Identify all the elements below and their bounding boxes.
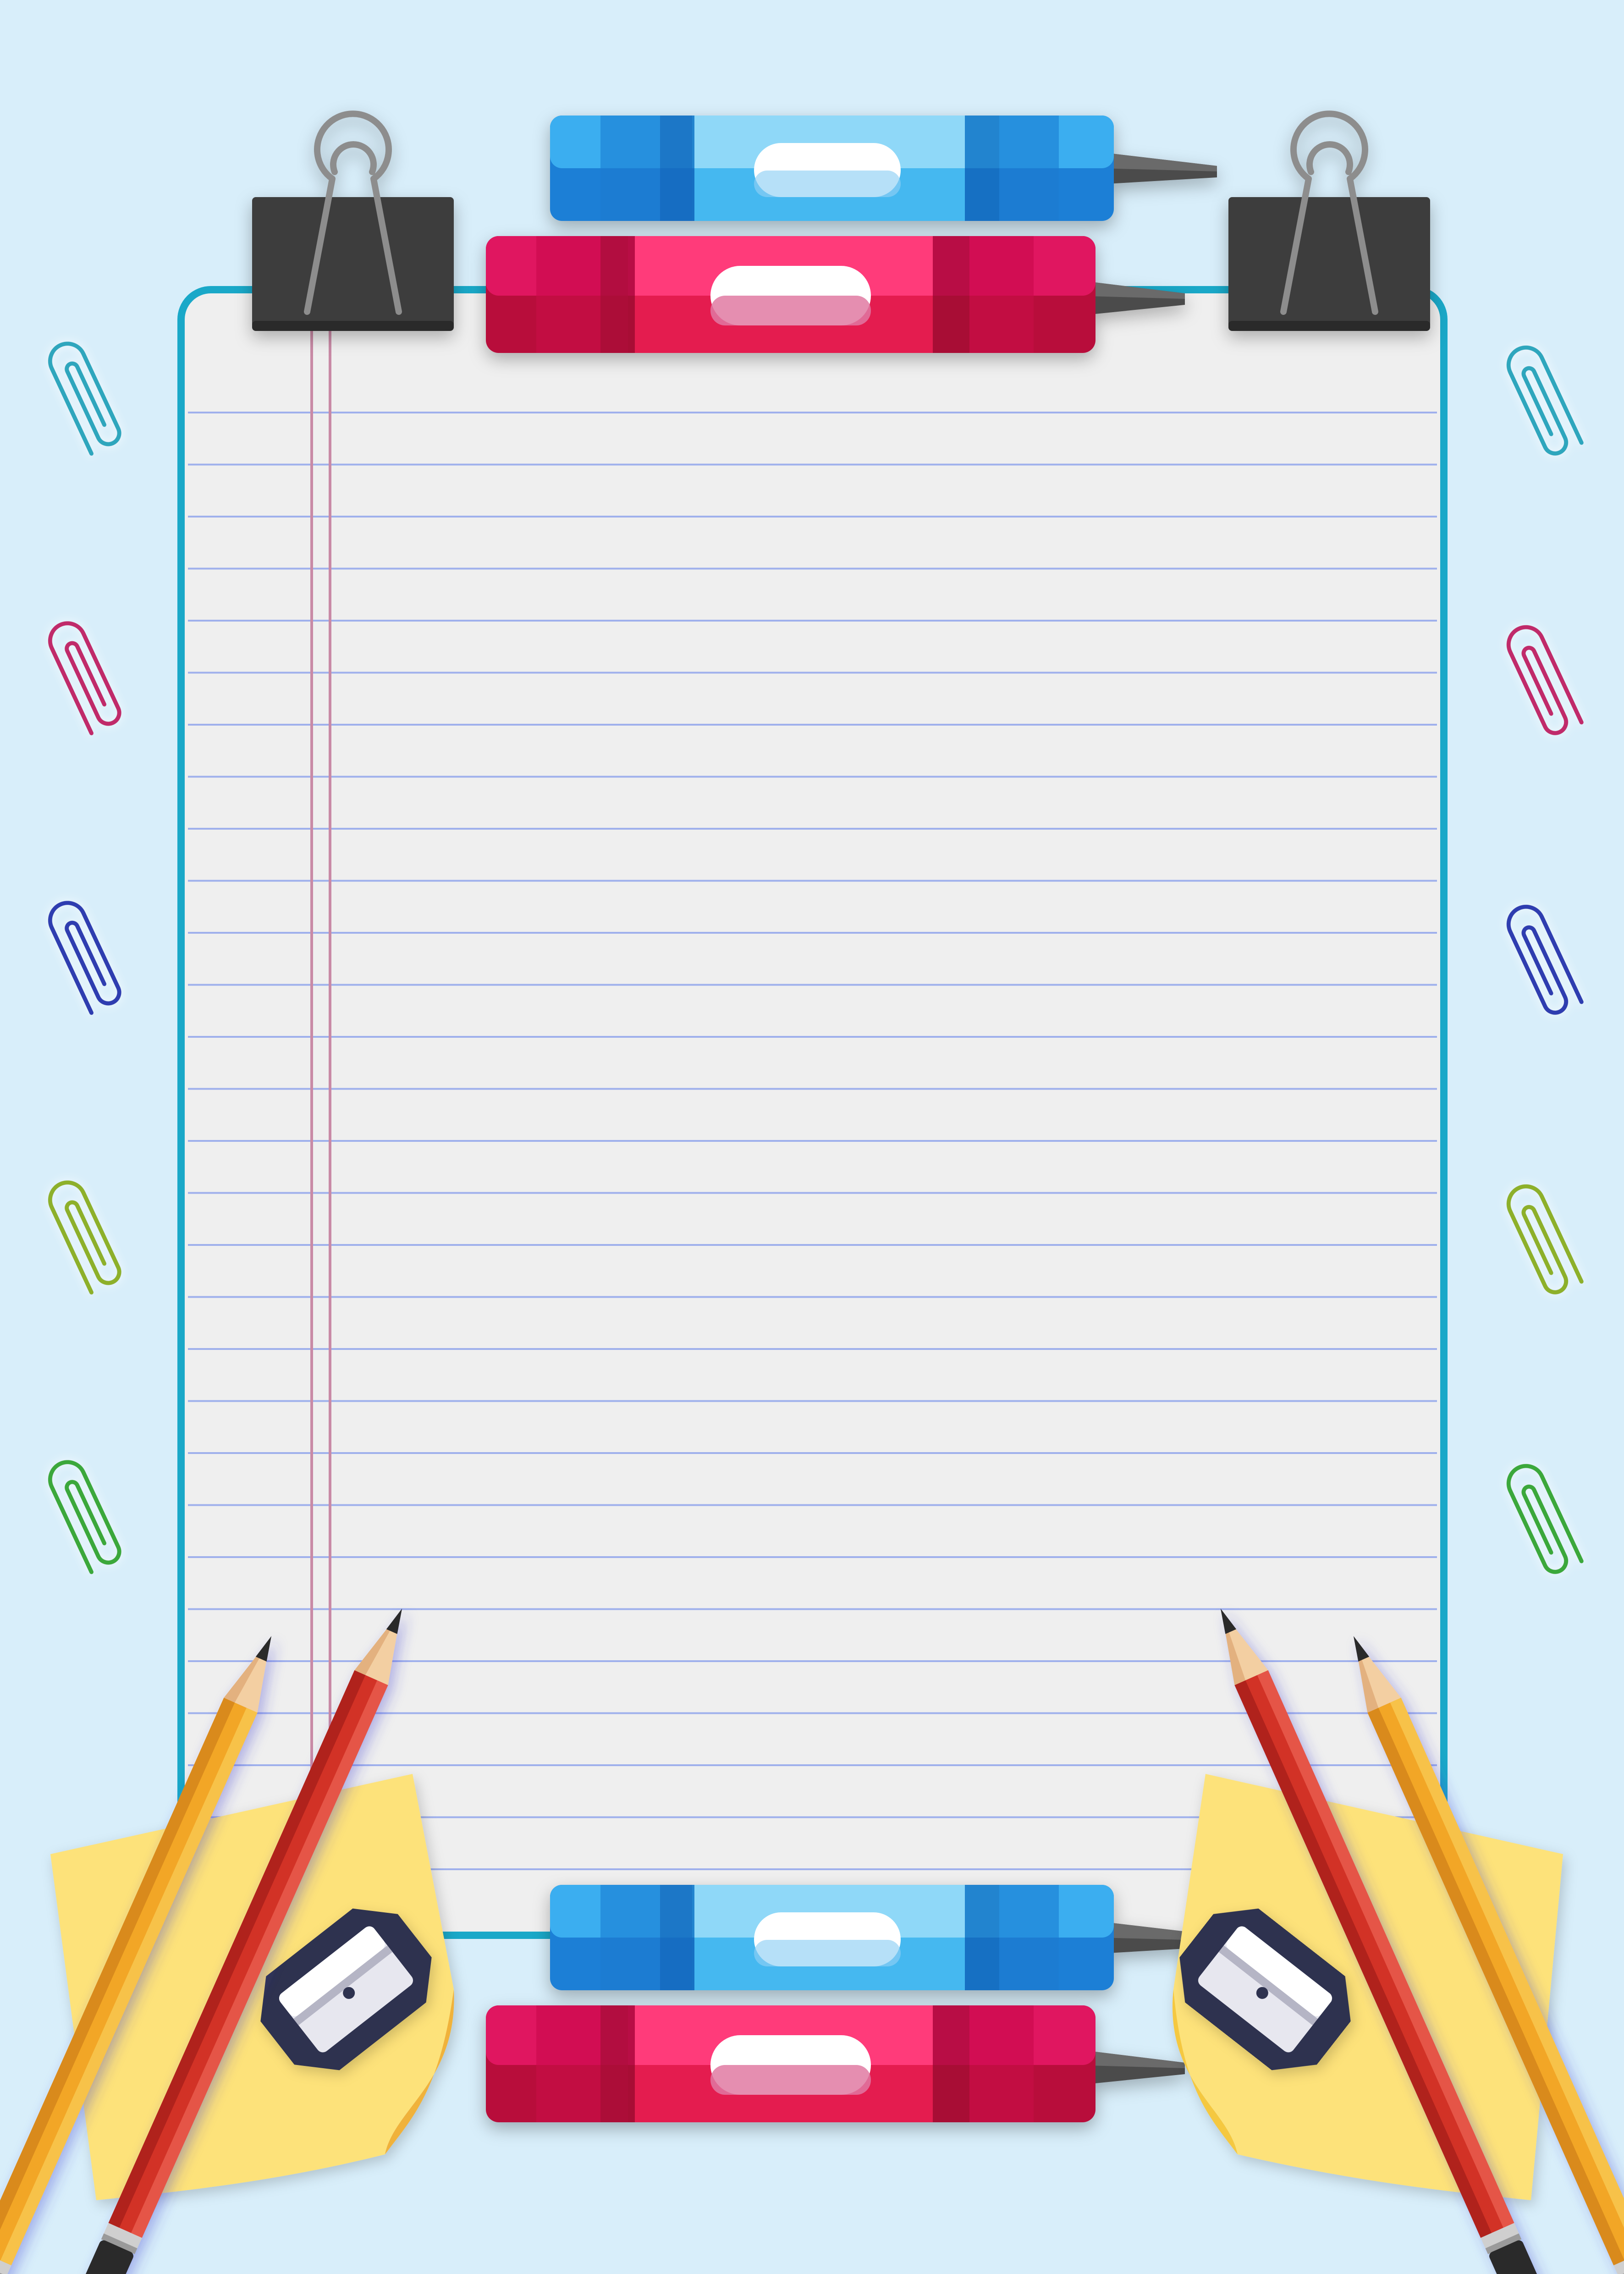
crayon-icon xyxy=(486,236,1185,353)
crayon-icon xyxy=(486,2005,1185,2122)
stationery-frame xyxy=(0,0,1624,2274)
stationery-illustration xyxy=(0,0,1624,2274)
